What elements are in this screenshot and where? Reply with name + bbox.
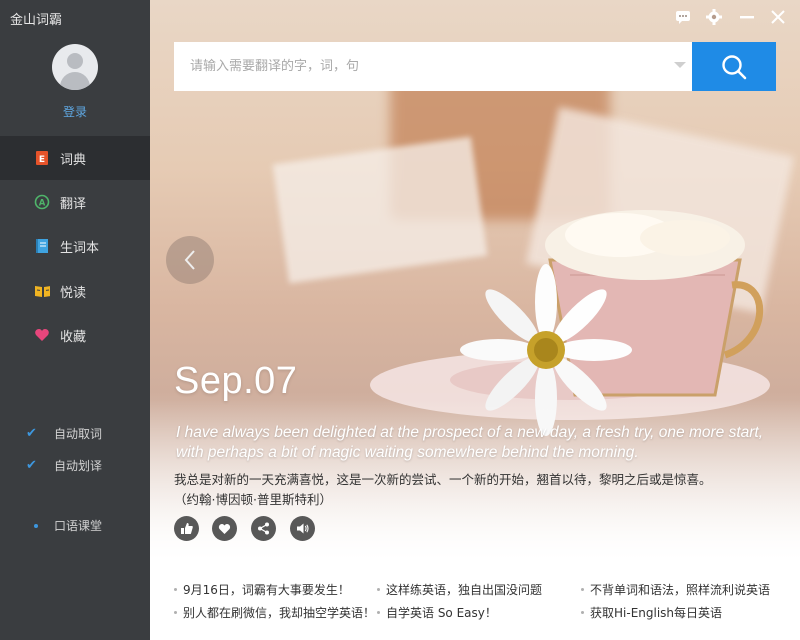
svg-text:E: E bbox=[39, 155, 45, 165]
minimize-button[interactable] bbox=[738, 8, 756, 26]
feedback-button[interactable] bbox=[674, 8, 692, 26]
svg-text:A: A bbox=[39, 199, 46, 209]
nav-item-favorites[interactable]: 收藏 bbox=[0, 313, 150, 357]
nav-item-label: 收藏 bbox=[60, 329, 87, 345]
checkmark-icon: ✔ bbox=[26, 425, 37, 441]
nav-item-reading[interactable]: 悦读 bbox=[0, 269, 150, 313]
play-audio-button[interactable] bbox=[290, 516, 315, 541]
news-link-text: 这样练英语，独自出国没问题 bbox=[386, 583, 543, 597]
avatar-head-shape bbox=[67, 53, 83, 69]
search-input[interactable] bbox=[174, 42, 654, 91]
thumbs-up-icon bbox=[181, 523, 193, 534]
nav-item-label: 词典 bbox=[60, 152, 87, 168]
nav-item-wordbook[interactable]: 生词本 bbox=[0, 224, 150, 268]
news-link-text: 9月16日，词霸有大事要发生！ bbox=[183, 583, 350, 597]
favorite-button[interactable] bbox=[212, 516, 237, 541]
heart-icon bbox=[218, 524, 231, 534]
login-link[interactable]: 登录 bbox=[0, 103, 150, 120]
like-button[interactable] bbox=[174, 516, 199, 541]
heart-icon bbox=[34, 327, 50, 343]
daily-quote-author: （约翰·博因顿·普里斯特利） bbox=[174, 492, 332, 507]
translate-icon: A bbox=[34, 194, 50, 210]
checkbox-label: 自动划译 bbox=[54, 459, 103, 473]
share-button[interactable] bbox=[251, 516, 276, 541]
news-link[interactable]: 自学英语 So Easy！ bbox=[377, 604, 497, 621]
bullet-dot bbox=[377, 588, 380, 591]
search-bar bbox=[174, 42, 692, 91]
chat-icon bbox=[676, 11, 690, 24]
news-link[interactable]: 9月16日，词霸有大事要发生！ bbox=[174, 581, 350, 598]
nav-item-label: 生词本 bbox=[60, 240, 100, 256]
search-icon bbox=[722, 54, 747, 79]
previous-day-button[interactable] bbox=[166, 236, 214, 284]
news-link[interactable]: 别人都在刷微信，我却抽空学英语！ bbox=[174, 604, 375, 621]
auto-translate-checkbox[interactable]: ✔ 自动划译 bbox=[26, 457, 102, 474]
settings-button[interactable] bbox=[705, 8, 723, 26]
news-link-text: 获取Hi-English每日英语 bbox=[590, 606, 723, 620]
news-link[interactable]: 这样练英语，独自出国没问题 bbox=[377, 581, 542, 598]
share-icon bbox=[258, 522, 269, 535]
bullet-dot bbox=[34, 523, 38, 528]
daily-date: Sep.07 bbox=[174, 360, 298, 402]
nav-item-dictionary[interactable]: E 词典 bbox=[0, 136, 150, 180]
nav-item-label: 翻译 bbox=[60, 196, 87, 212]
search-button[interactable] bbox=[692, 42, 776, 91]
gear-icon bbox=[706, 9, 722, 25]
bullet-dot bbox=[174, 611, 177, 614]
oral-class-label: 口语课堂 bbox=[54, 519, 103, 533]
speaker-icon bbox=[297, 523, 309, 534]
avatar[interactable] bbox=[52, 44, 98, 90]
chevron-left-icon bbox=[184, 250, 195, 270]
news-link[interactable]: 不背单词和语法，照样流利说英语 bbox=[581, 581, 770, 598]
nav-item-label: 悦读 bbox=[60, 285, 87, 301]
reading-icon bbox=[34, 283, 50, 299]
footer-news: 9月16日，词霸有大事要发生！ 这样练英语，独自出国没问题 不背单词和语法，照样… bbox=[150, 560, 800, 640]
sidebar: 金山词霸 登录 E 词典 A 翻译 生词本 悦读 收藏 ✔ 自动取词 ✔ 自动划… bbox=[0, 0, 150, 640]
dropdown-arrow-icon[interactable] bbox=[674, 62, 686, 68]
dictionary-icon: E bbox=[34, 150, 50, 166]
oral-class-link[interactable]: 口语课堂 bbox=[34, 517, 102, 534]
nav-item-translate[interactable]: A 翻译 bbox=[0, 180, 150, 224]
bullet-dot bbox=[377, 611, 380, 614]
app-title: 金山词霸 bbox=[10, 13, 63, 28]
bullet-dot bbox=[581, 611, 584, 614]
bullet-dot bbox=[174, 588, 177, 591]
bullet-dot bbox=[581, 588, 584, 591]
wordbook-icon bbox=[34, 238, 50, 254]
checkbox-label: 自动取词 bbox=[54, 427, 103, 441]
close-icon bbox=[771, 10, 785, 24]
news-link[interactable]: 获取Hi-English每日英语 bbox=[581, 604, 722, 621]
daily-quote-english: I have always been delighted at the pros… bbox=[176, 424, 764, 461]
auto-lookup-checkbox[interactable]: ✔ 自动取词 bbox=[26, 425, 102, 442]
avatar-body-shape bbox=[60, 72, 90, 90]
news-link-text: 不背单词和语法，照样流利说英语 bbox=[590, 583, 771, 597]
checkmark-icon: ✔ bbox=[26, 457, 37, 473]
news-link-text: 自学英语 So Easy！ bbox=[386, 606, 497, 620]
daily-quote-chinese: 我总是对新的一天充满喜悦，这是一次新的尝试、一个新的开始，翘首以待，黎明之后或是… bbox=[174, 472, 712, 487]
minimize-icon bbox=[740, 16, 754, 19]
close-button[interactable] bbox=[769, 8, 787, 26]
news-link-text: 别人都在刷微信，我却抽空学英语！ bbox=[183, 606, 376, 620]
